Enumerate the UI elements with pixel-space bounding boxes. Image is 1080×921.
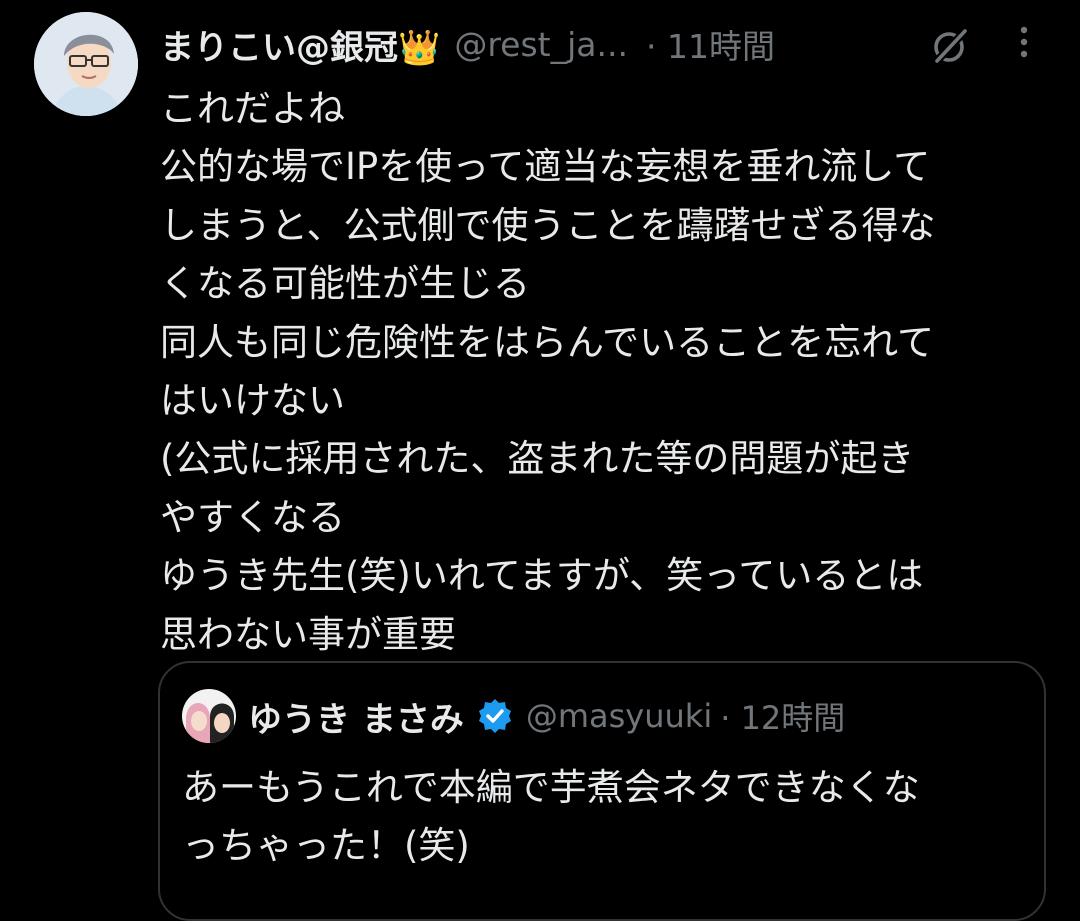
tweet-text-line: ゆうき先生(笑)いれてますが、笑っているとは bbox=[160, 554, 924, 598]
quoted-author-display-name[interactable]: ゆうき まさみ bbox=[248, 692, 464, 741]
tweet-timestamp[interactable]: · 11時間 bbox=[646, 20, 775, 68]
tweet-text-line: やすくなる bbox=[160, 495, 345, 539]
quoted-tweet-card[interactable]: ゆうき まさみ @masyuuki · 12時間 あーもうこれで本編で芋煮会ネタ… bbox=[158, 661, 1046, 921]
verified-badge-icon bbox=[478, 699, 511, 733]
tweet-text: これだよね 公的な場でIPを使って適当な妄想を垂れ流して しまうと、公式側で使う… bbox=[160, 80, 1060, 664]
tweet-text-line: くなる可能性が生じる bbox=[160, 262, 530, 306]
quoted-tweet-header: ゆうき まさみ @masyuuki · 12時間 bbox=[248, 685, 845, 747]
quoted-tweet-text-line: っちゃった！(笑) bbox=[182, 824, 470, 867]
tweet-text-line: しまうと、公式側で使うことを躊躇せざる得な bbox=[160, 203, 936, 247]
tweet-text-line: 同人も同じ危険性をはらんでいることを忘れて bbox=[160, 320, 935, 364]
author-display-name[interactable]: まりこい@銀冠👑 bbox=[160, 20, 440, 69]
quoted-tweet-text: あーもうこれで本編で芋煮会ネタできなくな っちゃった！(笑) bbox=[182, 759, 1032, 875]
tweet-header: まりこい@銀冠👑 @rest_ja... · 11時間 bbox=[160, 14, 775, 74]
grok-icon[interactable] bbox=[928, 24, 972, 68]
tweet-text-line: はいけない bbox=[160, 379, 345, 423]
tweet-text-line: (公式に採用された、盗まれた等の問題が起き bbox=[160, 437, 915, 481]
tweet-text-line: 公的な場でIPを使って適当な妄想を垂れ流して bbox=[160, 145, 931, 189]
quoted-tweet-text-line: あーもうこれで本編で芋煮会ネタできなくな bbox=[182, 766, 920, 809]
tweet-text-line: これだよね bbox=[160, 87, 345, 130]
quoted-author-avatar[interactable] bbox=[182, 689, 236, 743]
more-dots-icon[interactable] bbox=[1010, 22, 1038, 66]
quoted-tweet-timestamp[interactable]: · 12時間 bbox=[720, 693, 845, 739]
tweet-text-line: 思わない事が重要 bbox=[160, 612, 456, 656]
author-handle[interactable]: @rest_ja... bbox=[454, 25, 628, 64]
author-avatar[interactable] bbox=[34, 12, 138, 116]
quoted-author-handle[interactable]: @masyuuki bbox=[526, 697, 712, 735]
